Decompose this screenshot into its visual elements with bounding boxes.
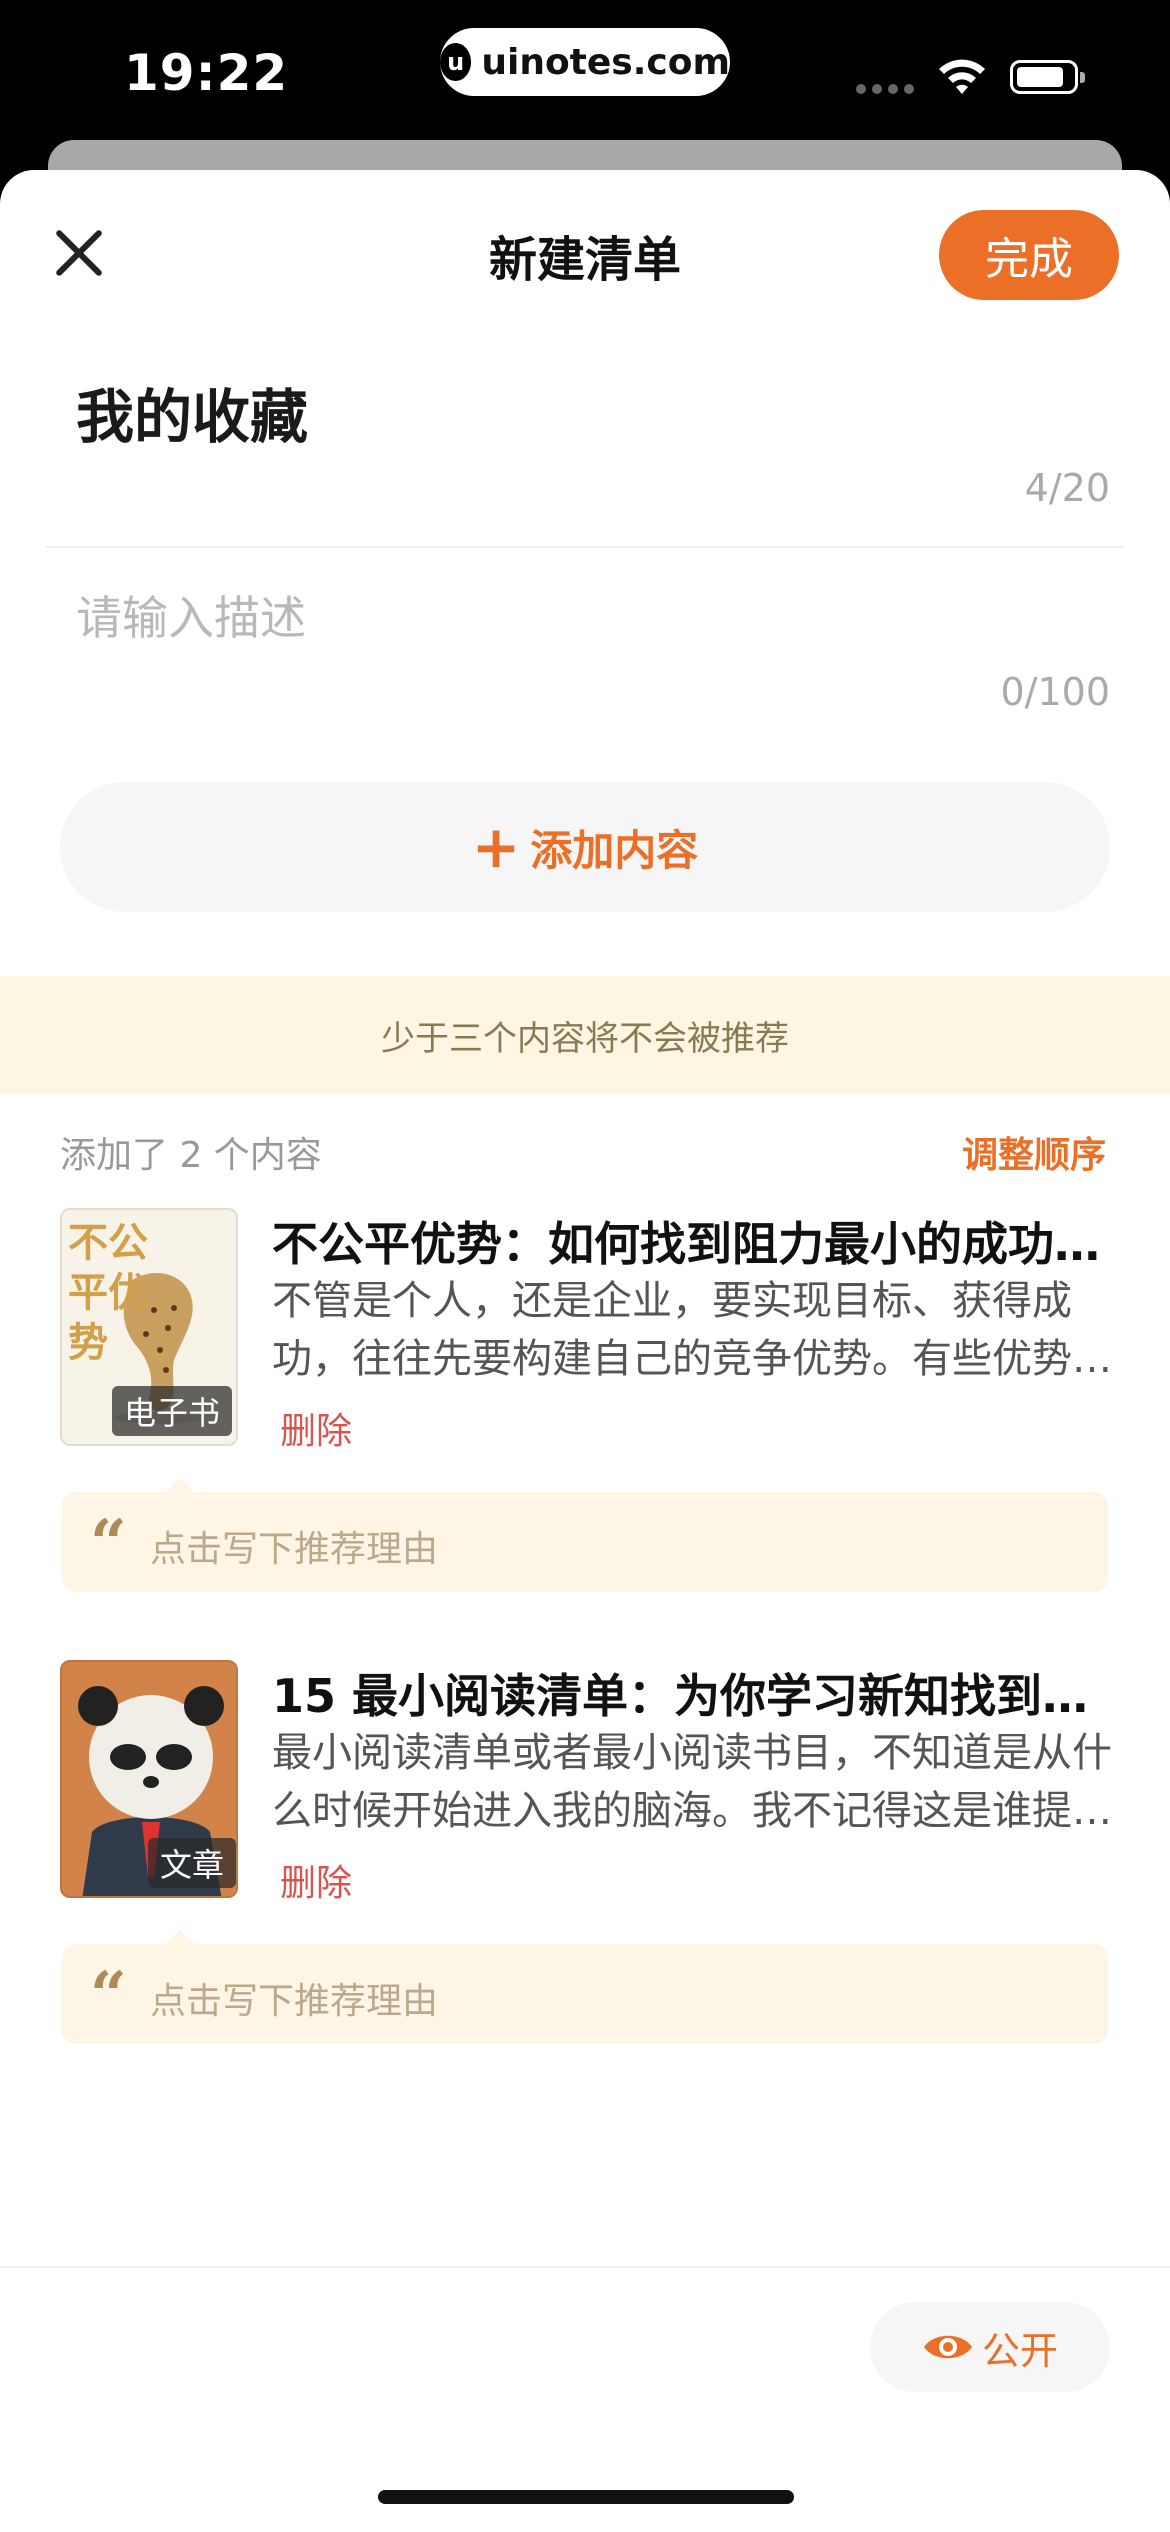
quote-icon: “ [90,1506,127,1581]
reason-placeholder: 点击写下推荐理由 [150,1981,439,2022]
item-description: 不管是个人，还是企业，要实现目标、获得成功，往往先要构建自己的竞争优势。有些优势… [272,1278,1112,1382]
footer-divider [0,2266,1170,2268]
list-item[interactable]: 文章 15 最小阅读清单：为你学习新知找到入口 最小阅读清单或者最小阅读书目，不… [0,1660,1170,1904]
item-title: 15 最小阅读清单：为你学习新知找到入口 [272,1669,1112,1723]
notice-banner: 少于三个内容将不会被推荐 [0,976,1170,1094]
items-count: 添加了 2 个内容 [60,1135,322,1176]
item-title: 不公平优势：如何找到阻力最小的成功路径 [272,1217,1112,1271]
visibility-toggle[interactable]: 公开 [870,2302,1110,2392]
url-pill[interactable]: u uinotes.com [440,28,730,96]
recommend-reason-input[interactable]: “ 点击写下推荐理由 [62,1930,1108,2044]
add-content-button[interactable]: + 添加内容 [60,782,1110,912]
eye-icon [923,2335,972,2359]
signal-icon [856,84,914,94]
new-list-sheet: 新建清单 完成 我的收藏 4/20 请输入描述 0/100 + 添加内容 少于三… [0,170,1170,2532]
add-content-label: 添加内容 [530,825,699,875]
plus-icon: + [471,813,521,881]
url-text: uinotes.com [481,41,730,83]
desc-char-count: 0/100 [1000,670,1110,714]
content-type-tag: 文章 [148,1838,236,1888]
reason-placeholder: 点击写下推荐理由 [150,1529,439,1570]
name-char-count: 4/20 [1024,466,1110,510]
delete-button[interactable]: 删除 [280,1402,352,1454]
reorder-button[interactable]: 调整顺序 [962,1126,1106,1178]
recommend-reason-input[interactable]: “ 点击写下推荐理由 [62,1478,1108,1592]
article-cover: 文章 [60,1660,238,1898]
content-type-tag: 电子书 [112,1386,233,1436]
done-button[interactable]: 完成 [939,210,1119,300]
uinotes-logo-icon: u [440,43,472,81]
quote-icon: “ [90,1958,127,2033]
item-description: 最小阅读清单或者最小阅读书目，不知道是从什么时候开始进入我的脑海。我不记得这是谁… [272,1730,1112,1834]
description-input[interactable]: 请输入描述 [76,582,306,648]
cover-title-text: 不公平优势 [68,1220,148,1366]
visibility-label: 公开 [981,2328,1058,2373]
notice-text: 少于三个内容将不会被推荐 [381,1018,789,1059]
home-indicator [378,2490,794,2504]
delete-button[interactable]: 删除 [280,1854,352,1906]
list-name-input[interactable]: 我的收藏 [76,370,308,454]
wifi-icon [939,59,985,94]
status-time: 19:22 [124,44,289,102]
battery-icon [1010,60,1085,94]
divider [46,546,1124,548]
list-item[interactable]: 不公平优势 电子书 不公平优势：如何找到阻力最小的成功路径 不管是个人，还是企业… [0,1208,1170,1452]
ebook-cover: 不公平优势 电子书 [60,1208,238,1446]
